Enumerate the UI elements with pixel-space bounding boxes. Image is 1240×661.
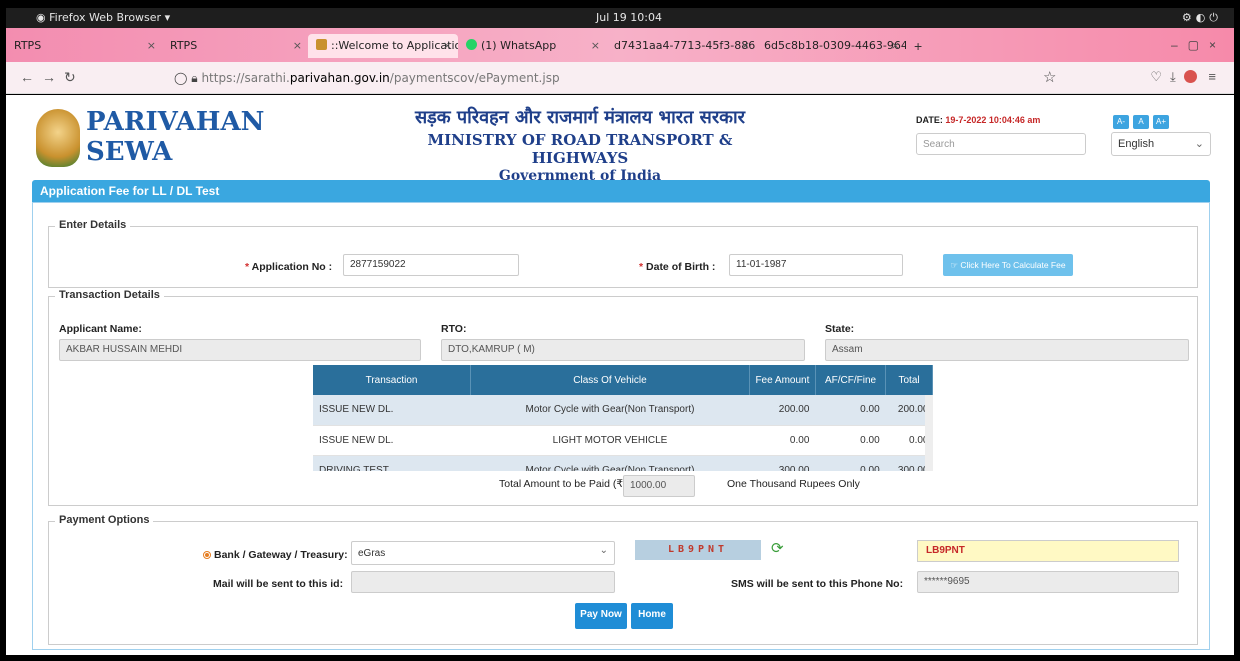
- tab-bar: RTPS × RTPS × ::Welcome to Application × (1…: [6, 28, 1234, 62]
- state-field: Assam: [825, 339, 1189, 361]
- table-scrollbar[interactable]: [925, 395, 933, 471]
- table-row: ISSUE NEW DL. LIGHT MOTOR VEHICLE 0.00 0…: [313, 425, 933, 456]
- firefox-icon: ◉: [36, 11, 50, 24]
- table-row: ISSUE NEW DL. Motor Cycle with Gear(Non …: [313, 395, 933, 426]
- close-icon[interactable]: ×: [891, 39, 900, 52]
- calculate-fee-button[interactable]: ☞ Click Here To Calculate Fee: [943, 254, 1073, 276]
- table-row: DRIVING TEST Motor Cycle with Gear(Non T…: [313, 455, 933, 471]
- sms-label: SMS will be sent to this Phone No:: [731, 578, 904, 590]
- font-size-buttons: A- A A+: [1113, 111, 1173, 129]
- total-amount-words: One Thousand Rupees Only: [727, 478, 860, 490]
- rto-label: RTO:: [441, 323, 467, 335]
- close-icon[interactable]: ×: [293, 39, 302, 52]
- font-normal-button[interactable]: A: [1133, 115, 1149, 129]
- bookmark-star-icon[interactable]: ☆: [1043, 68, 1056, 86]
- home-button[interactable]: Home: [631, 603, 673, 629]
- national-emblem-icon: [36, 109, 80, 167]
- application-no-input[interactable]: 2877159022: [343, 254, 519, 276]
- close-icon[interactable]: ×: [591, 39, 600, 52]
- bank-gateway-label: Bank / Gateway / Treasury:: [203, 549, 348, 561]
- payment-options-legend: Payment Options: [55, 514, 154, 526]
- rto-field: DTO,KAMRUP ( M): [441, 339, 805, 361]
- chevron-down-icon: ⌄: [1194, 138, 1204, 150]
- ministry-title: सड़क परिवहन और राजमार्ग मंत्रालय भारत सर…: [414, 107, 746, 184]
- clock[interactable]: Jul 19 10:04: [596, 11, 662, 24]
- transaction-details-legend: Transaction Details: [55, 289, 164, 301]
- screen: ◉ Firefox Web Browser ▾ Jul 19 10:04 ⚙◐⏻…: [0, 0, 1240, 661]
- total-amount-label: Total Amount to be Paid (₹):: [499, 478, 630, 490]
- toolbar-icons: ♡⤓ ≡: [1150, 69, 1224, 85]
- tab-uuid-2[interactable]: 6d5c8b18-0309-4463-964b-3×: [756, 34, 906, 58]
- close-icon[interactable]: ×: [147, 39, 156, 52]
- state-label: State:: [825, 323, 855, 335]
- col-af: AF/CF/Fine: [815, 365, 887, 395]
- chevron-down-icon: ⌄: [599, 545, 608, 556]
- applicant-name-label: Applicant Name:: [59, 323, 142, 335]
- dob-label: * Date of Birth :: [639, 261, 716, 273]
- mail-label: Mail will be sent to this id:: [213, 578, 344, 590]
- col-class: Class Of Vehicle: [470, 365, 750, 395]
- col-transaction: Transaction: [313, 365, 472, 395]
- captcha-input[interactable]: LB9PNT: [917, 540, 1179, 562]
- search-input[interactable]: Search: [916, 133, 1086, 155]
- bank-radio[interactable]: [203, 551, 211, 559]
- lock-icon: 🔒︎: [191, 71, 202, 85]
- url-bar[interactable]: ◯ 🔒︎ https://sarathi.parivahan.gov.in/pa…: [166, 66, 1076, 90]
- col-total: Total: [885, 365, 933, 395]
- nav-buttons[interactable]: ←→↻: [20, 69, 84, 86]
- refresh-captcha-icon[interactable]: ⟳: [771, 539, 784, 557]
- ublock-icon[interactable]: [1183, 70, 1197, 83]
- application-no-label: * Application No :: [245, 261, 333, 273]
- app-menu[interactable]: ◉ Firefox Web Browser ▾: [36, 11, 170, 24]
- whatsapp-icon: [466, 39, 477, 50]
- language-select[interactable]: English ⌄: [1111, 132, 1211, 156]
- tab-uuid-1[interactable]: d7431aa4-7713-45f3-8865-0×: [606, 34, 756, 58]
- pay-now-button[interactable]: Pay Now: [575, 603, 627, 629]
- enter-details-legend: Enter Details: [55, 219, 131, 231]
- col-fee: Fee Amount: [749, 365, 816, 395]
- window-controls[interactable]: –▢×: [1171, 38, 1226, 52]
- fee-table: Transaction Class Of Vehicle Fee Amount …: [313, 365, 933, 471]
- mail-field: [351, 571, 615, 593]
- date-display: DATE: 19-7-2022 10:04:46 am: [916, 115, 1041, 125]
- total-amount-field: 1000.00: [623, 475, 695, 497]
- fee-table-container[interactable]: Transaction Class Of Vehicle Fee Amount …: [313, 365, 933, 471]
- phone-field: ******9695: [917, 571, 1179, 593]
- new-tab-button[interactable]: +: [914, 38, 922, 54]
- emblem-icon: [316, 39, 327, 50]
- tab-whatsapp[interactable]: (1) WhatsApp ×: [458, 34, 606, 58]
- navigation-bar: ←→↻ ◯ 🔒︎ https://sarathi.parivahan.gov.i…: [6, 62, 1234, 94]
- font-decrease-button[interactable]: A-: [1113, 115, 1129, 129]
- font-increase-button[interactable]: A+: [1153, 115, 1169, 129]
- close-icon[interactable]: ×: [741, 39, 750, 52]
- shield-icon: ◯: [174, 71, 192, 85]
- parivahan-logo[interactable]: PARIVAHAN SEWA: [86, 107, 264, 167]
- tab-rtps-2[interactable]: RTPS ×: [162, 34, 308, 58]
- bank-select[interactable]: eGras ⌄: [351, 541, 615, 565]
- panel-title: Application Fee for LL / DL Test: [32, 180, 1210, 202]
- applicant-name-field: AKBAR HUSSAIN MEHDI: [59, 339, 421, 361]
- hand-pointer-icon: ☞: [950, 260, 961, 270]
- dob-input[interactable]: 11-01-1987: [729, 254, 903, 276]
- captcha-image: LB9PNT: [635, 540, 761, 560]
- system-tray-icons[interactable]: ⚙◐⏻: [1182, 11, 1222, 25]
- web-page: PARIVAHAN SEWA सड़क परिवहन और राजमार्ग म…: [6, 95, 1234, 655]
- close-icon[interactable]: ×: [443, 39, 452, 52]
- fee-panel: Enter Details * Application No : 2877159…: [32, 202, 1210, 650]
- tab-rtps-1[interactable]: RTPS ×: [6, 34, 162, 58]
- os-top-bar: ◉ Firefox Web Browser ▾ Jul 19 10:04 ⚙◐⏻: [6, 8, 1234, 28]
- tab-welcome[interactable]: ::Welcome to Application ×: [308, 34, 458, 58]
- menu-icon[interactable]: ≡: [1208, 69, 1224, 84]
- pocket-icon[interactable]: ♡: [1150, 69, 1170, 84]
- download-icon[interactable]: ⤓: [1170, 69, 1184, 84]
